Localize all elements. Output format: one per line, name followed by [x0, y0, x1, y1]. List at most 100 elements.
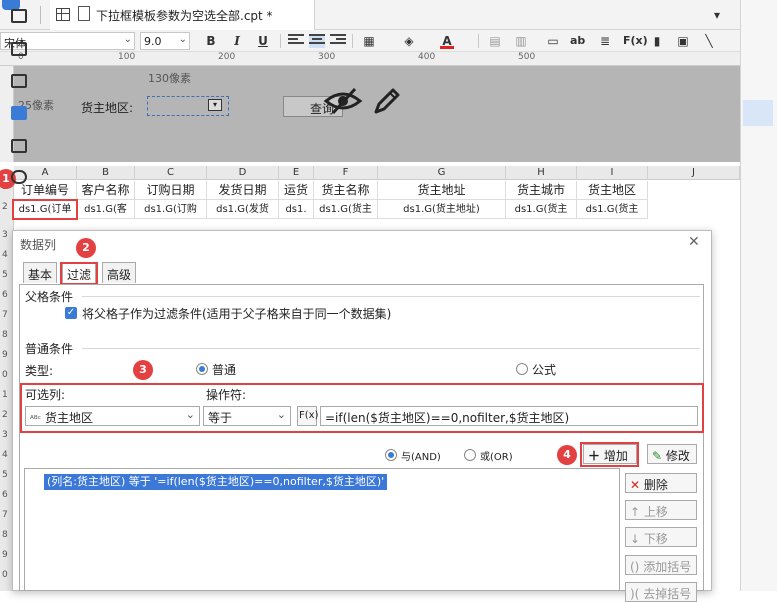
ruler-tick: 500: [518, 52, 536, 62]
grid-cell[interactable]: 货主地区: [577, 181, 648, 200]
grid-cell[interactable]: 客户名称: [77, 181, 135, 200]
close-icon[interactable]: ✕: [688, 234, 700, 250]
column-header-cell[interactable]: E: [279, 166, 314, 180]
grid-cell[interactable]: ds1.G(发货: [207, 200, 279, 219]
widget-settings-icon[interactable]: [11, 42, 27, 56]
document-tab[interactable]: 下拉框模板参数为空选全部.cpt *: [50, 0, 315, 30]
combobox-widget-icon[interactable]: [11, 106, 27, 120]
font-color-icon[interactable]: A: [440, 33, 454, 49]
delete-condition-button[interactable]: ✕ 删除: [625, 473, 697, 493]
right-side-panel: [740, 0, 777, 591]
wrap-text-icon[interactable]: ≣: [598, 33, 612, 49]
divider: [40, 6, 41, 24]
grid-cell[interactable]: 订单编号: [14, 181, 77, 200]
type-formula-radio[interactable]: [516, 363, 528, 375]
grid-cell[interactable]: ds1.G(客: [77, 200, 135, 219]
font-size-select[interactable]: 9.0 ⌄: [140, 32, 190, 50]
row-number: 9: [2, 350, 8, 360]
tab-advanced[interactable]: 高级: [102, 262, 137, 283]
text-cell-button[interactable]: ab: [570, 33, 585, 49]
link-icon[interactable]: [11, 170, 27, 184]
frame-icon[interactable]: [11, 74, 27, 88]
add-parentheses-label: 添加括号: [643, 560, 692, 574]
type-common-label: 普通: [212, 363, 237, 377]
pencil-icon[interactable]: [372, 86, 402, 116]
align-left-icon[interactable]: [288, 34, 304, 48]
divider: [352, 34, 353, 48]
move-up-button[interactable]: ↑ 上移: [625, 500, 697, 520]
border-icon[interactable]: ▦: [362, 33, 376, 49]
row-number: 4: [2, 250, 8, 260]
condition-item[interactable]: (列名:货主地区) 等于 '=if(len($货主地区)==0,nofilter…: [44, 474, 388, 490]
column-header-cell[interactable]: C: [135, 166, 207, 180]
ruler-tick: 300: [318, 52, 336, 62]
italic-button[interactable]: I: [230, 33, 244, 49]
step-marker-2: 2: [76, 238, 96, 258]
remove-parentheses-button[interactable]: )( 去掉括号: [625, 582, 697, 602]
formula-button[interactable]: F(x): [623, 33, 648, 49]
grid-cell[interactable]: ds1.G(货主地址): [378, 200, 506, 219]
grid-cell[interactable]: ds1.G(货主: [506, 200, 577, 219]
step-marker-3: 3: [133, 360, 153, 380]
grid-cell[interactable]: 货主名称: [314, 181, 378, 200]
divider: [82, 348, 700, 349]
grid-cell[interactable]: 货主地址: [378, 181, 506, 200]
column-header-cell[interactable]: B: [77, 166, 135, 180]
cell-properties-icon[interactable]: [11, 9, 27, 23]
underline-button[interactable]: U: [256, 33, 270, 49]
arrow-up-icon: ↑: [630, 505, 641, 519]
chart-icon[interactable]: ▮: [650, 33, 664, 49]
row-number: 4: [2, 450, 8, 460]
document-icon: [78, 6, 90, 21]
column-header-cell[interactable]: G: [378, 166, 506, 180]
bold-button[interactable]: B: [204, 33, 218, 49]
column-header-cell[interactable]: H: [506, 166, 577, 180]
document-title: 下拉框模板参数为空选全部.cpt *: [96, 9, 273, 23]
row-number: 5: [2, 270, 8, 280]
merge-cells-icon[interactable]: ▤: [488, 33, 502, 49]
column-header-cell[interactable]: F: [314, 166, 378, 180]
unmerge-cells-icon[interactable]: ▥: [514, 33, 528, 49]
layer-icon[interactable]: [11, 139, 27, 153]
move-down-button[interactable]: ↓ 下移: [625, 527, 697, 547]
grid-cell[interactable]: ds1.G(货主: [314, 200, 378, 219]
row-number: 1: [2, 390, 8, 400]
fill-color-icon[interactable]: ◈: [402, 33, 416, 49]
arrow-down-icon: ↓: [630, 532, 641, 546]
grid-cell[interactable]: 货主城市: [506, 181, 577, 200]
image-icon[interactable]: ▣: [676, 33, 690, 49]
ruler-tick: 100: [118, 52, 136, 62]
edit-condition-button[interactable]: ✎ 修改: [647, 444, 697, 464]
column-header-cell[interactable]: J: [648, 166, 740, 180]
grid-cell[interactable]: 订购日期: [135, 181, 207, 200]
align-center-icon[interactable]: [309, 34, 325, 48]
grid-cell[interactable]: ds1.G(货主: [577, 200, 648, 219]
grid-cell[interactable]: ds1.: [279, 200, 314, 219]
add-parentheses-button[interactable]: () 添加括号: [625, 555, 697, 575]
dialog-title: 数据列: [20, 238, 57, 252]
tab-basic[interactable]: 基本: [23, 262, 58, 283]
edit-button-label: 修改: [665, 449, 690, 463]
align-right-icon[interactable]: [330, 34, 346, 48]
parent-filter-checkbox[interactable]: ✓: [65, 307, 77, 319]
text-field-icon[interactable]: ▭: [546, 33, 560, 49]
slash-icon[interactable]: ╲: [702, 33, 716, 49]
eye-hidden-icon[interactable]: [323, 86, 363, 116]
grid-cell[interactable]: ds1.G(订购: [135, 200, 207, 219]
column-header-cell[interactable]: I: [577, 166, 648, 180]
and-radio[interactable]: [385, 449, 397, 461]
type-common-radio[interactable]: [196, 363, 208, 375]
grid-cell[interactable]: 运货: [279, 181, 314, 200]
font-size-value: 9.0: [144, 35, 162, 48]
divider: [280, 34, 281, 48]
parent-condition-group: 父格条件: [25, 290, 74, 304]
or-radio[interactable]: [464, 449, 476, 461]
grid-cell[interactable]: 发货日期: [207, 181, 279, 200]
grid-icon: [56, 8, 70, 21]
column-header-cell[interactable]: D: [207, 166, 279, 180]
row-number: 2: [2, 202, 8, 212]
parameter-combobox[interactable]: ▾: [147, 96, 229, 116]
tab-dropdown-icon[interactable]: ▾: [714, 8, 720, 22]
row-number: 9: [2, 550, 8, 560]
divider: [478, 34, 479, 48]
